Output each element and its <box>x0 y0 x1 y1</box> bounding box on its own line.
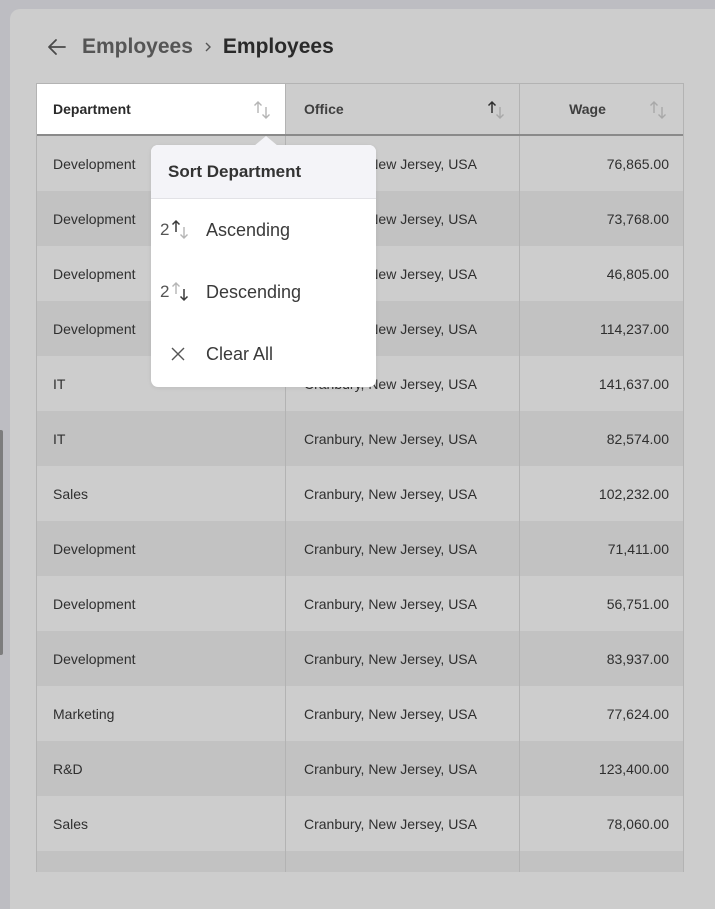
table-row[interactable]: R&D Cranbury, New Jersey, USA 123,400.00 <box>37 741 683 796</box>
sort-index: 2 <box>160 282 170 301</box>
cell-wage: 76,865.00 <box>519 136 681 191</box>
cell-wage: 123,400.00 <box>519 741 681 796</box>
table-row[interactable]: Sales Cranbury, New Jersey, USA 78,060.0… <box>37 796 683 851</box>
sort-arrows-icon[interactable] <box>251 99 273 121</box>
cell-office: Cranbury, New Jersey, USA <box>285 741 519 796</box>
table-row[interactable] <box>37 851 683 872</box>
breadcrumb: Employees Employees <box>44 30 334 64</box>
cell-wage <box>519 851 681 872</box>
menu-item-label: Clear All <box>206 343 274 364</box>
cell-department: IT <box>53 430 66 447</box>
close-icon <box>171 347 185 361</box>
side-scrollbar[interactable] <box>0 430 3 655</box>
item-icon-wrapper: 2 <box>151 281 206 303</box>
breadcrumb-current: Employees <box>222 35 334 58</box>
menu-item-label: Descending <box>206 281 302 302</box>
grid-header: Department Office Wage <box>37 83 683 136</box>
cell-department: Development <box>53 540 136 557</box>
menu-item-label: Ascending <box>206 219 291 240</box>
chevron-right-icon <box>203 41 213 53</box>
table-row[interactable]: Development Cranbury, New Jersey, USA 56… <box>37 576 683 631</box>
cell-wage: 83,937.00 <box>519 631 681 686</box>
cell-office: Cranbury, New Jersey, USA <box>285 576 519 631</box>
cell-office <box>285 851 519 872</box>
menu-item-descending[interactable]: 2 Descending <box>151 261 376 323</box>
table-row[interactable]: Development Cranbury, New Jersey, USA 83… <box>37 631 683 686</box>
cell-department: Sales <box>53 815 89 832</box>
cell-wage: 114,237.00 <box>519 301 681 356</box>
cell-office: Cranbury, New Jersey, USA <box>285 521 519 576</box>
table-row[interactable]: Development Cranbury, New Jersey, USA 71… <box>37 521 683 576</box>
breadcrumb-parent-link[interactable]: Employees <box>82 35 193 59</box>
column-header-label: Department <box>53 101 131 117</box>
popup-title: Sort Department <box>151 145 376 199</box>
sort-popup-menu: Sort Department 2 Ascending 2 Descending… <box>151 136 376 387</box>
cell-wage: 141,637.00 <box>519 356 681 411</box>
menu-item-ascending[interactable]: 2 Ascending <box>151 199 376 261</box>
sort-ascending-icon <box>172 219 189 239</box>
back-button[interactable] <box>44 34 70 60</box>
table-row[interactable]: IT Cranbury, New Jersey, USA 82,574.00 <box>37 411 683 466</box>
cell-office: Cranbury, New Jersey, USA <box>285 466 519 521</box>
cell-office: Cranbury, New Jersey, USA <box>285 411 519 466</box>
table-row[interactable]: Marketing Cranbury, New Jersey, USA 77,6… <box>37 686 683 741</box>
menu-item-clear-all[interactable]: Clear All <box>151 323 376 385</box>
cell-wage: 78,060.00 <box>519 796 681 851</box>
sort-ascending-icon[interactable] <box>485 99 507 121</box>
cell-office: Cranbury, New Jersey, USA <box>285 686 519 741</box>
column-header-department[interactable]: Department <box>37 84 285 134</box>
column-header-office[interactable]: Office <box>285 84 519 134</box>
cell-department: Development <box>53 595 136 612</box>
cell-wage: 73,768.00 <box>519 191 681 246</box>
cell-wage: 56,751.00 <box>519 576 681 631</box>
popup-pointer <box>254 136 278 146</box>
cell-department: Sales <box>53 485 89 502</box>
sort-descending-icon <box>172 282 189 302</box>
cell-department <box>37 851 285 872</box>
column-header-label: Wage <box>569 101 606 117</box>
table-row[interactable]: Sales Cranbury, New Jersey, USA 102,232.… <box>37 466 683 521</box>
cell-department: R&D <box>53 760 83 777</box>
cell-wage: 46,805.00 <box>519 246 681 301</box>
sort-index: 2 <box>160 220 170 239</box>
sort-arrows-icon[interactable] <box>647 99 669 121</box>
cell-wage: 82,574.00 <box>519 411 681 466</box>
column-header-label: Office <box>304 101 344 117</box>
item-icon-wrapper: 2 <box>151 219 206 241</box>
cell-department: Development <box>53 650 136 667</box>
cell-office: Cranbury, New Jersey, USA <box>285 631 519 686</box>
cell-office: Cranbury, New Jersey, USA <box>285 796 519 851</box>
arrow-left-icon <box>48 39 66 55</box>
cell-wage: 102,232.00 <box>519 466 681 521</box>
item-icon-wrapper <box>151 346 206 362</box>
column-header-wage[interactable]: Wage <box>519 84 681 134</box>
cell-wage: 77,624.00 <box>519 686 681 741</box>
cell-wage: 71,411.00 <box>519 521 681 576</box>
cell-department: Marketing <box>53 705 115 722</box>
